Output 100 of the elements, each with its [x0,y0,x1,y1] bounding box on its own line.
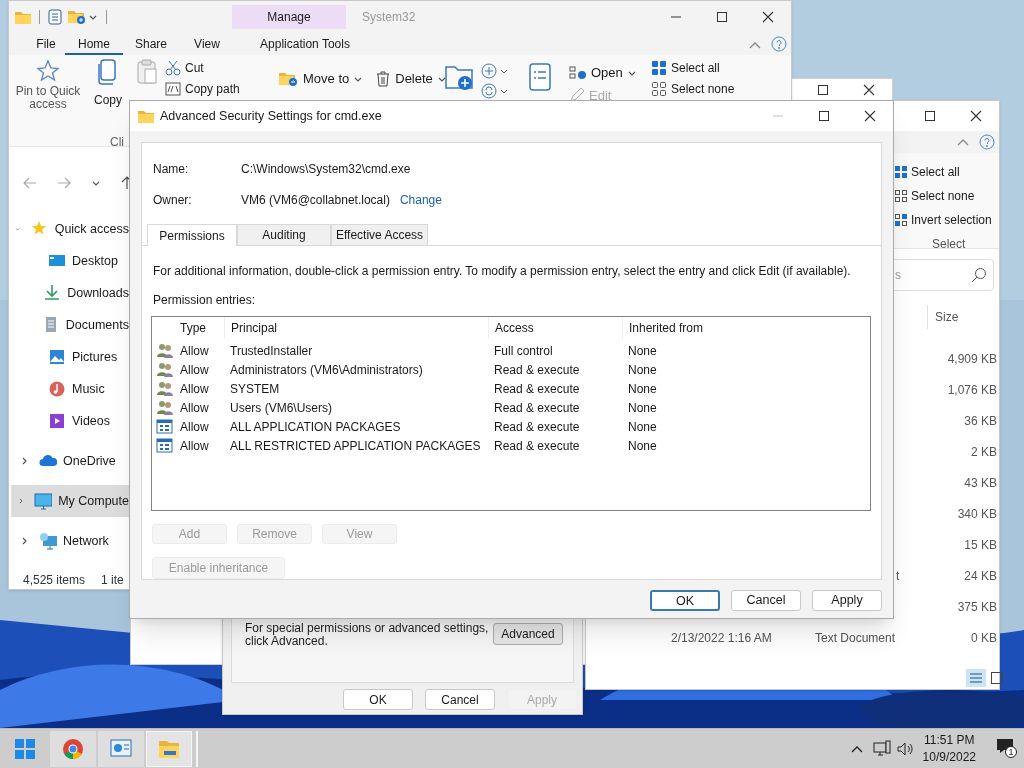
delete-button[interactable]: Delete [395,69,433,89]
nav-item[interactable]: Network [11,525,129,557]
column-header[interactable]: Type [174,317,224,339]
clock[interactable]: 11:51 PM 10/9/2022 [922,731,976,766]
group-label: Cli [110,134,124,151]
star-icon[interactable] [36,59,60,83]
dialog-button[interactable]: OK [650,590,720,611]
clipboard-icon[interactable] [136,59,158,85]
ribbon-tab[interactable]: Application Tools [235,35,375,55]
collapse-ribbon-icon[interactable] [957,137,969,147]
help-icon[interactable] [979,134,995,150]
table-cell-text: Text Document [815,629,896,647]
select-all-button[interactable]: Select all [911,163,960,181]
select-none-button[interactable]: Select none [671,80,735,98]
table-cell-text: Allow [179,399,210,417]
change-link[interactable]: Change [399,191,442,209]
dialog-button[interactable]: OK [343,689,413,710]
column-header[interactable]: Inherited from [622,317,870,339]
context-tab[interactable]: Manage [232,5,346,29]
select-all-button[interactable]: Select all [671,59,720,77]
invert-selection-button[interactable]: Invert selection [911,211,992,229]
path-icon[interactable] [165,82,181,96]
maximize-icon[interactable] [818,110,830,122]
field-label: Name: [153,161,190,178]
table-cell-text: None [627,399,658,417]
properties-icon[interactable] [48,9,62,25]
new-folder-icon[interactable] [68,9,86,25]
network-icon[interactable] [872,739,891,758]
nav-item[interactable]: Music [11,373,129,405]
group-label: Select [931,236,967,253]
tab[interactable]: Auditing [237,224,331,245]
table-cell-text: 340 KB [957,505,997,523]
column-header[interactable]: Access [488,317,622,339]
copy-button[interactable]: Copy [94,91,122,109]
table-cell-text: Read & execute [493,361,581,379]
ribbon-tab[interactable]: View [179,35,235,55]
nav-item[interactable]: Pictures [11,341,129,373]
add-item-icon[interactable] [481,63,509,79]
cut-button[interactable]: Cut [185,59,204,77]
tiles-view-icon[interactable] [990,671,1004,685]
table-cell-text: 43 KB [964,474,997,492]
select-none-icon[interactable] [651,81,667,97]
tab[interactable]: Effective Access [331,224,428,245]
table-cell-text: None [627,418,658,436]
volume-icon[interactable] [896,740,915,757]
table-cell-text: Read & execute [493,380,581,398]
collapse-ribbon-icon[interactable] [749,40,761,50]
taskbar-button[interactable] [146,730,192,767]
table-cell-text: 36 KB [964,412,997,430]
dialog-button[interactable]: Apply [812,590,882,611]
open-button[interactable]: Open [591,63,623,83]
move-to-button[interactable]: Move to [303,69,350,89]
scissors-icon[interactable] [165,60,181,76]
select-none-icon[interactable] [894,189,908,203]
nav-item[interactable]: Quick access [11,213,129,245]
field-label: Owner: [153,192,193,209]
close-icon[interactable] [762,11,774,23]
close-icon[interactable] [864,110,876,122]
info-text: For additional information, double-click a permission entry. To modify a permission entry, select the entry and click Edit (if available). [152,263,852,280]
nav-item[interactable]: Videos [11,405,129,437]
advanced-button[interactable]: Advanced [493,623,563,645]
new-folder-icon[interactable] [445,63,473,91]
ribbon-tab[interactable]: File [27,35,65,55]
select-all-icon[interactable] [894,165,908,179]
maximize-icon[interactable] [924,110,936,122]
table-cell-text: ALL APPLICATION PACKAGES [229,418,402,436]
maximize-icon[interactable] [716,11,728,23]
properties-icon[interactable] [529,63,551,91]
table-cell-text: Read & execute [493,418,581,436]
copy-icon[interactable] [98,59,118,85]
dialog-button[interactable]: Cancel [731,590,801,611]
tab[interactable]: Permissions [147,224,237,246]
search-icon[interactable] [971,267,987,283]
pin-button[interactable]: Pin to Quick access [14,85,82,111]
window-title: System32 [362,9,416,26]
trash-icon[interactable] [375,70,392,87]
nav-item[interactable]: Documents [11,309,129,341]
open-icon[interactable] [569,64,587,81]
sync-icon[interactable] [481,83,509,99]
select-none-button[interactable]: Select none [911,187,975,205]
select-all-icon[interactable] [651,60,667,76]
dialog-button[interactable]: Cancel [425,689,495,710]
note-text: For special permissions or advanced settings, [245,622,489,635]
column-header[interactable]: Size [935,308,959,326]
taskbar-button[interactable] [50,730,96,767]
help-icon[interactable] [771,36,787,52]
move-folder-icon[interactable] [279,70,299,87]
note-text: click Advanced. [245,635,328,648]
close-icon[interactable] [863,84,875,96]
close-icon[interactable] [970,110,982,122]
invert-selection-icon[interactable] [894,213,908,227]
nav-item[interactable]: Desktop [11,245,129,277]
maximize-icon[interactable] [817,84,829,96]
nav-item[interactable]: Downloads [11,277,129,309]
ribbon-tab[interactable]: Share [123,35,179,55]
column-header[interactable]: Principal [224,317,488,339]
taskbar-button[interactable] [98,730,144,767]
nav-item[interactable]: OneDrive [11,445,129,477]
nav-item[interactable]: My Compute [11,485,129,517]
copy-path-button[interactable]: Copy path [185,80,240,98]
